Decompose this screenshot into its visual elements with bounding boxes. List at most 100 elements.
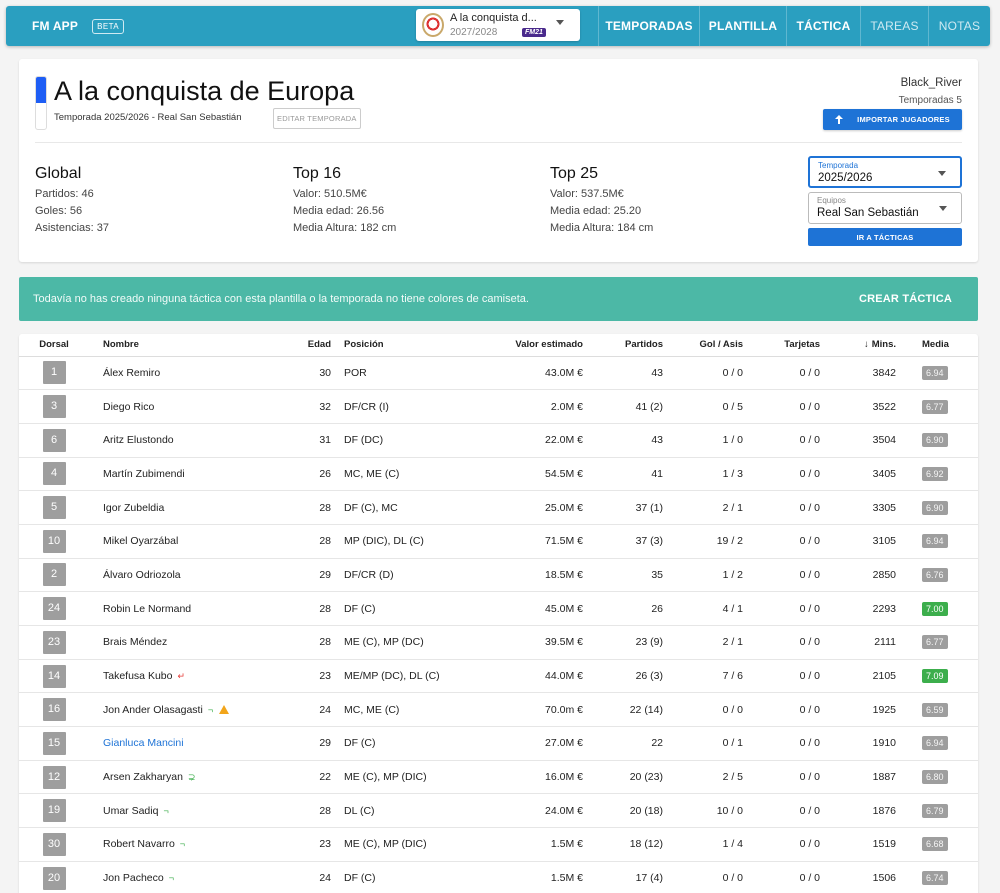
- squad-table-card: Dorsal Nombre Edad Posición Valor estima…: [19, 334, 978, 893]
- stat-line: Media edad: 25.20: [550, 205, 642, 217]
- nav-notas[interactable]: NOTAS: [928, 6, 990, 46]
- player-age: 28: [284, 524, 334, 559]
- player-value: 27.0M €: [474, 726, 583, 761]
- table-row[interactable]: 4 Martín Zubimendi 26 MC, ME (C) 54.5M €41 1 …: [19, 457, 978, 492]
- rating-badge: 6.77: [922, 399, 948, 414]
- table-row[interactable]: 1 Álex Remiro 30 POR 43.0M €43 0 / 00 / 0 3842…: [19, 356, 978, 391]
- no-tactic-banner: Todavía no has creado ninguna táctica co…: [19, 277, 978, 321]
- chevron-down-icon: [939, 206, 947, 211]
- table-row[interactable]: 19 Umar Sadiq ¬ 28 DL (C) 24.0M €20 (18) 10 / …: [19, 793, 978, 829]
- col-edad[interactable]: Edad: [284, 334, 334, 357]
- player-minutes: 2111: [828, 625, 898, 660]
- transfer-in-icon: ¬: [168, 873, 174, 884]
- player-minutes: 3305: [828, 490, 898, 525]
- upload-icon: [835, 115, 844, 124]
- rating-badge: 6.90: [922, 433, 948, 448]
- create-tactic-button[interactable]: CREAR TÁCTICA: [859, 293, 952, 305]
- rating-badge: 6.68: [922, 837, 948, 852]
- player-goals-assists: 0 / 0: [663, 356, 751, 391]
- col-valor[interactable]: Valor estimado: [474, 334, 583, 357]
- table-row[interactable]: 20 Jon Pacheco ¬ 24 DF (C) 1.5M €17 (4) 0 / 00…: [19, 861, 978, 893]
- shirt-number: 5: [42, 496, 66, 520]
- season-select[interactable]: Temporada 2025/2026: [808, 156, 962, 188]
- player-goals-assists: 2 / 1: [663, 625, 751, 660]
- player-name: Martín Zubimendi: [103, 467, 185, 480]
- player-cards: 0 / 0: [751, 625, 828, 660]
- transfer-in-icon: ¬: [207, 704, 214, 715]
- table-row[interactable]: 2 Álvaro Odriozola 29 DF/CR (D) 18.5M €35 1 /…: [19, 558, 978, 593]
- col-tarjetas[interactable]: Tarjetas: [751, 334, 828, 357]
- go-to-tactics-button[interactable]: IR A TÁCTICAS: [808, 228, 962, 246]
- transfer-in-icon: ⊋: [187, 772, 196, 783]
- player-minutes: 1876: [828, 793, 898, 829]
- player-name: Brais Méndez: [103, 636, 168, 649]
- col-media[interactable]: Media: [898, 334, 978, 357]
- player-matches: 17 (4): [583, 861, 663, 893]
- player-value: 24.0M €: [474, 793, 583, 829]
- rating-badge: 6.59: [922, 702, 948, 717]
- shirt-number: 4: [42, 462, 66, 486]
- nav-plantilla[interactable]: PLANTILLA: [699, 6, 786, 46]
- player-age: 28: [284, 591, 334, 626]
- col-gol-asis[interactable]: Gol / Asis: [663, 334, 751, 357]
- player-minutes: 1887: [828, 760, 898, 795]
- rating-badge: 7.00: [922, 601, 948, 616]
- player-goals-assists: 2 / 5: [663, 760, 751, 795]
- col-dorsal[interactable]: Dorsal: [19, 334, 89, 357]
- table-row[interactable]: 5 Igor Zubeldia 28 DF (C), MC 25.0M €37 (1) 2…: [19, 490, 978, 525]
- table-row[interactable]: 16 Jon Ander Olasagasti ¬ 24 MC, ME (C) 70.0m…: [19, 692, 978, 728]
- player-name: Takefusa Kubo: [103, 670, 173, 683]
- col-partidos[interactable]: Partidos: [583, 334, 663, 357]
- player-goals-assists: 0 / 0: [663, 861, 751, 893]
- stats-top16-title: Top 16: [293, 165, 342, 182]
- player-matches: 20 (18): [583, 793, 663, 829]
- rating-badge: 7.09: [922, 669, 948, 684]
- app-brand[interactable]: FM APP: [32, 19, 78, 33]
- player-position: DF (C), MC: [334, 490, 474, 525]
- rating-badge: 6.94: [922, 736, 948, 751]
- player-value: 1.5M €: [474, 827, 583, 862]
- stat-line: Partidos: 46: [35, 188, 94, 200]
- table-row[interactable]: 12 Arsen Zakharyan ⊋ 22 ME (C), MP (DIC) 16.0…: [19, 760, 978, 795]
- player-cards: 0 / 0: [751, 861, 828, 893]
- nav-tareas[interactable]: TAREAS: [860, 6, 928, 46]
- col-nombre[interactable]: Nombre: [89, 334, 284, 357]
- player-position: DF (DC): [334, 423, 474, 458]
- table-row[interactable]: 3 Diego Rico 32 DF/CR (I) 2.0M €41 (2) 0 / 50…: [19, 389, 978, 424]
- nav-tactica[interactable]: TÁCTICA: [786, 6, 860, 46]
- edit-season-button[interactable]: EDITAR TEMPORADA: [273, 108, 361, 129]
- table-row[interactable]: 10 Mikel Oyarzábal 28 MP (DIC), DL (C) 71.5M…: [19, 524, 978, 559]
- table-row[interactable]: 6 Aritz Elustondo 31 DF (DC) 22.0M €43 1 / 00…: [19, 423, 978, 458]
- player-value: 71.5M €: [474, 524, 583, 559]
- player-position: MC, ME (C): [334, 457, 474, 492]
- table-row[interactable]: 24 Robin Le Normand 28 DF (C) 45.0M €26 4 / 1…: [19, 591, 978, 626]
- player-age: 28: [284, 793, 334, 829]
- save-name: A la conquista d...: [450, 12, 537, 24]
- table-row[interactable]: 23 Brais Méndez 28 ME (C), MP (DC) 39.5M €23…: [19, 625, 978, 660]
- stat-line: Media edad: 26.56: [293, 205, 385, 217]
- player-matches: 41 (2): [583, 389, 663, 424]
- team-select[interactable]: Equipos Real San Sebastián: [808, 192, 962, 224]
- nav-temporadas[interactable]: TEMPORADAS: [598, 6, 699, 46]
- import-players-button[interactable]: IMPORTAR JUGADORES: [823, 109, 962, 130]
- shirt-number: 23: [42, 630, 66, 654]
- player-minutes: 1506: [828, 861, 898, 893]
- player-goals-assists: 7 / 6: [663, 659, 751, 694]
- stats-global-title: Global: [35, 165, 82, 182]
- table-row[interactable]: 14 Takefusa Kubo ↵ 23 ME/MP (DC), DL (C) 44.0…: [19, 659, 978, 694]
- col-mins[interactable]: ↓ Mins.: [828, 334, 898, 357]
- player-goals-assists: 0 / 5: [663, 389, 751, 424]
- save-selector[interactable]: A la conquista d... 2027/2028 FM21: [416, 9, 580, 41]
- player-name: Umar Sadiq: [103, 804, 159, 817]
- player-name[interactable]: Gianluca Mancini: [103, 737, 184, 749]
- club-crest-icon: [422, 13, 444, 37]
- player-age: 29: [284, 726, 334, 761]
- transfer-in-icon: ¬: [179, 839, 186, 850]
- table-row[interactable]: 30 Robert Navarro ¬ 23 ME (C), MP (DIC) 1.5M …: [19, 827, 978, 862]
- table-row[interactable]: 15 Gianluca Mancini 29 DF (C) 27.0M €22 0 / 1…: [19, 726, 978, 761]
- player-age: 28: [284, 490, 334, 525]
- player-cards: 0 / 0: [751, 490, 828, 525]
- player-position: DF/CR (D): [334, 558, 474, 593]
- player-value: 22.0M €: [474, 423, 583, 458]
- col-posicion[interactable]: Posición: [334, 334, 474, 357]
